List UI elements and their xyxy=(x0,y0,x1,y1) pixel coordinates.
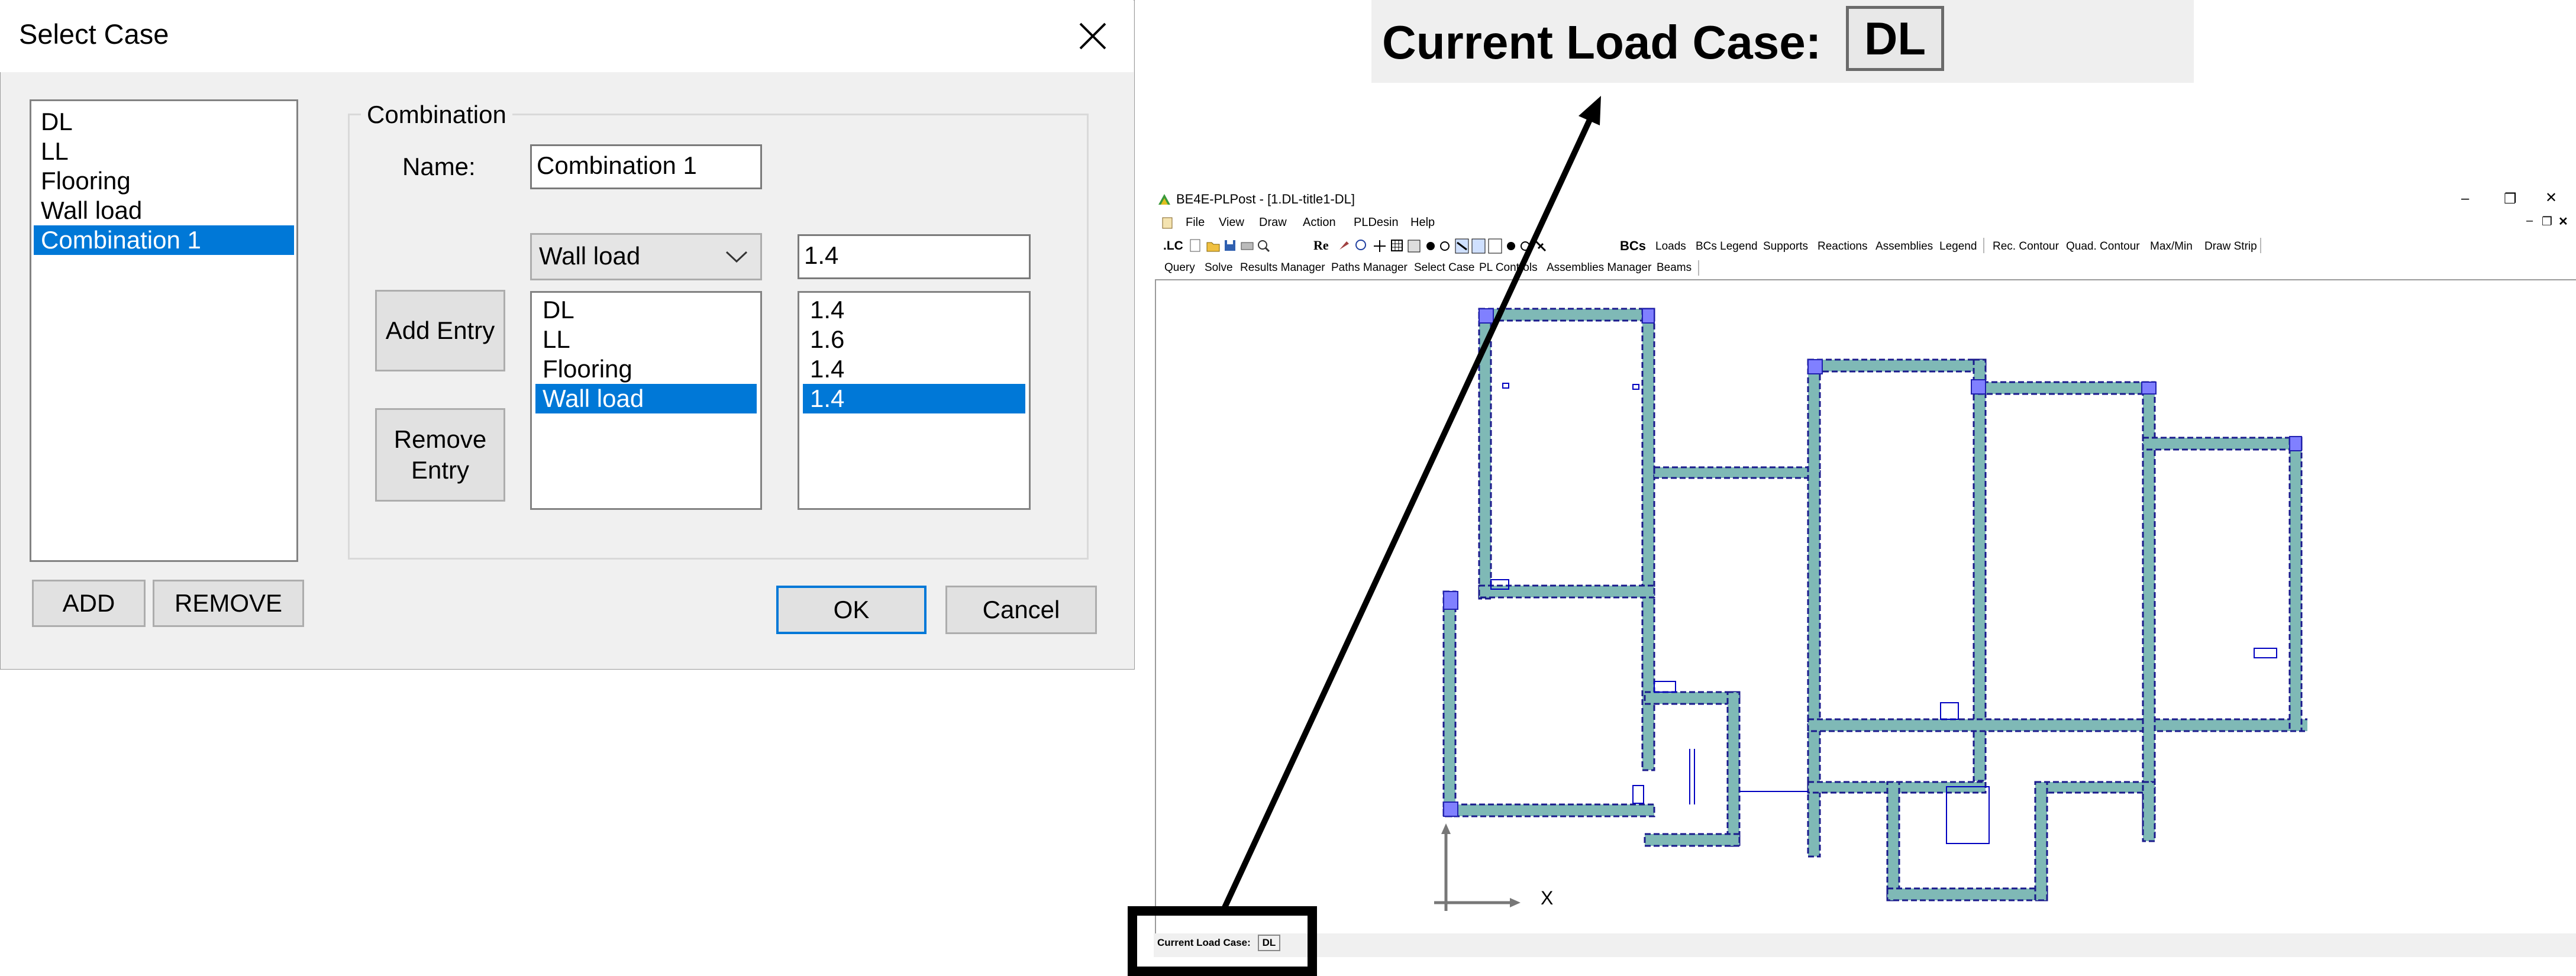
callout-arrow xyxy=(1222,96,1601,909)
